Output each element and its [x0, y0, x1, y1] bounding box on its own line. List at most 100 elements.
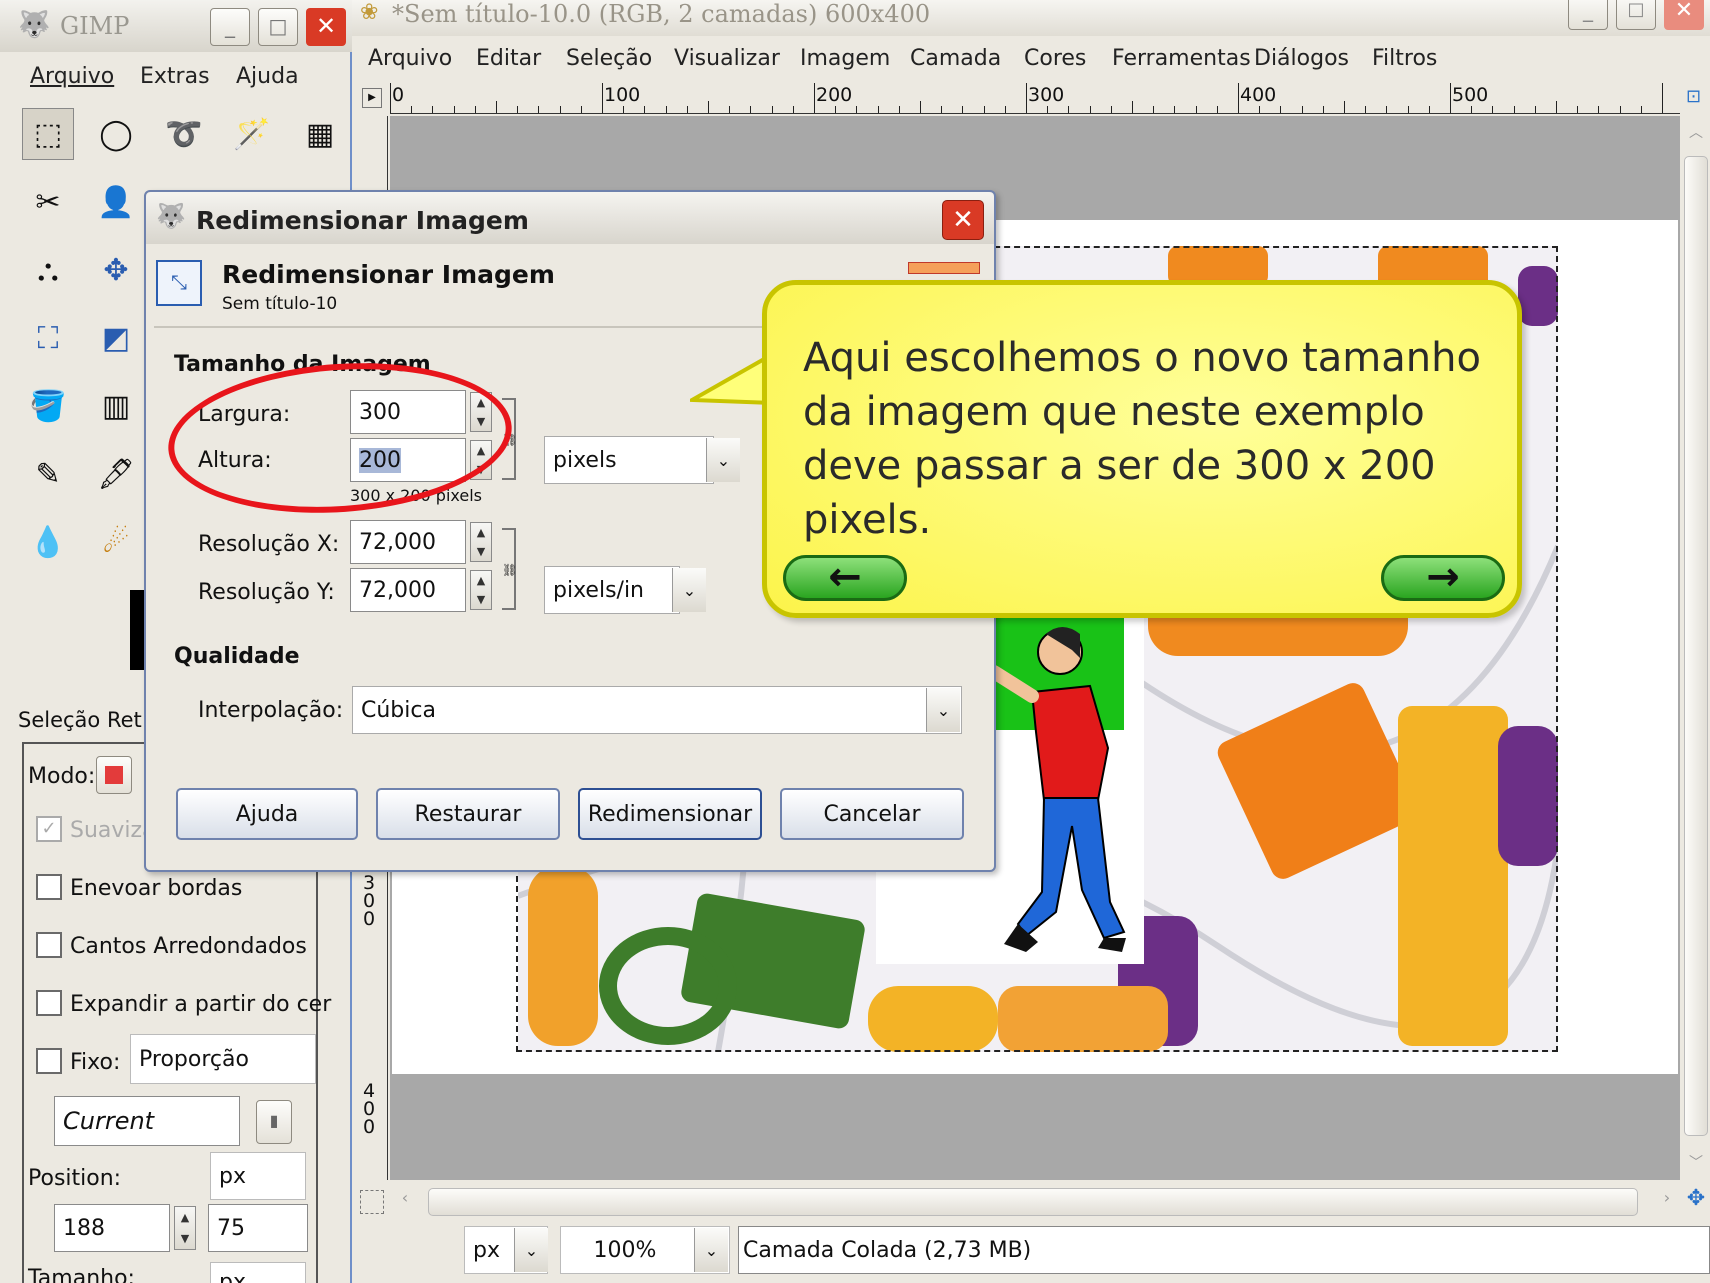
toolbox-menu-ajuda[interactable]: Ajuda — [236, 64, 299, 89]
ruler-tick — [644, 106, 646, 113]
menu-arquivo[interactable]: Arquivo — [368, 46, 452, 71]
dialog-title: Redimensionar Imagem — [196, 206, 529, 235]
status-unit-dropdown-icon[interactable]: ⌄ — [514, 1228, 548, 1272]
foreground-select-tool[interactable]: 👤 — [90, 176, 142, 228]
image-close-button[interactable]: ✕ — [1664, 0, 1704, 30]
image-titlebar: ❀ *Sem título-10.0 (RGB, 2 camadas) 600x… — [352, 0, 1710, 36]
lasso-tool[interactable]: ➰ — [158, 108, 210, 160]
status-unit-value: px — [473, 1237, 500, 1263]
ellipse-select-tool[interactable]: ◯ — [90, 108, 142, 160]
resize-button[interactable]: Redimensionar — [578, 788, 762, 840]
size-unit-select[interactable]: px — [210, 1262, 306, 1283]
mode-replace-icon — [105, 766, 123, 784]
navigate-icon[interactable]: ⊡ — [1686, 86, 1708, 112]
perspective-tool[interactable]: ◩ — [90, 312, 142, 364]
ruler-tick — [1195, 106, 1197, 113]
fixed-mode-select[interactable]: Proporção — [130, 1034, 316, 1084]
expand-center-checkbox[interactable] — [36, 990, 62, 1016]
unit-dropdown-icon[interactable]: ⌄ — [706, 438, 740, 482]
res-x-input[interactable]: 72,000 — [350, 520, 466, 564]
scroll-left-arrow[interactable]: ‹ — [392, 1188, 418, 1214]
res-y-label: Resolução Y: — [198, 580, 335, 605]
antialias-checkbox[interactable]: ✓ — [36, 816, 62, 842]
dialog-close-button[interactable]: ✕ — [942, 200, 984, 240]
menu-imagem[interactable]: Imagem — [800, 46, 890, 71]
menu-dialogos[interactable]: Diálogos — [1254, 46, 1349, 71]
position-unit-select[interactable]: px — [210, 1152, 306, 1200]
position-y-input[interactable]: 75 — [208, 1204, 308, 1252]
menu-visualizar[interactable]: Visualizar — [674, 46, 780, 71]
menu-arrow-button[interactable]: ▶ — [362, 88, 382, 108]
res-x-spinner[interactable]: ▲ ▼ — [470, 522, 492, 562]
rounded-corners-checkbox[interactable] — [36, 932, 62, 958]
ink-tool[interactable]: 🖋 — [90, 448, 142, 500]
callout-text: Aqui escolhemos o novo tamanho da imagem… — [803, 335, 1481, 543]
minimize-button[interactable]: _ — [210, 8, 250, 46]
image-menubar: Arquivo Editar Seleção Visualizar Imagem… — [352, 46, 1710, 76]
vertical-scroll-thumb[interactable] — [1684, 156, 1708, 1136]
image-minimize-button[interactable]: _ — [1568, 0, 1608, 30]
interpolation-dropdown-icon[interactable]: ⌄ — [926, 688, 960, 732]
menu-filtros[interactable]: Filtros — [1372, 46, 1437, 71]
rect-select-tool[interactable]: ⬚ — [22, 108, 74, 160]
help-button[interactable]: Ajuda — [176, 788, 358, 840]
fixed-value-input[interactable]: Current — [54, 1096, 240, 1146]
ruler-tick — [1280, 106, 1282, 113]
quick-mask-toggle[interactable] — [360, 1190, 384, 1214]
ruler-tick — [1534, 106, 1536, 113]
res-chain-link-icon[interactable]: ⛓ — [502, 528, 517, 610]
menu-cores[interactable]: Cores — [1024, 46, 1086, 71]
unit-select[interactable]: pixels — [544, 436, 714, 484]
smudge-tool[interactable]: ☄ — [90, 516, 142, 568]
scissors-tool[interactable]: ✂ — [22, 176, 74, 228]
bucket-fill-tool[interactable]: 🪣 — [22, 380, 74, 432]
vertical-scrollbar[interactable]: ︿ ﹀ — [1682, 116, 1710, 1180]
blend-tool[interactable]: ▥ — [90, 380, 142, 432]
blur-tool[interactable]: 💧 — [22, 516, 74, 568]
fixed-checkbox[interactable] — [36, 1048, 62, 1074]
navigation-button[interactable]: ✥ — [1682, 1186, 1710, 1216]
feather-checkbox[interactable] — [36, 874, 62, 900]
swap-aspect-button[interactable]: ▮ — [256, 1100, 292, 1144]
callout-prev-button[interactable]: ← — [783, 555, 907, 601]
menu-ferramentas[interactable]: Ferramentas — [1112, 46, 1251, 71]
paths-tool[interactable]: ⛬ — [22, 244, 74, 296]
interpolation-select[interactable]: Cúbica — [352, 686, 962, 734]
position-x-input[interactable]: 188 — [54, 1204, 170, 1252]
position-x-spinner[interactable]: ▲ ▼ — [174, 1206, 196, 1250]
crop-tool[interactable]: ⛶ — [22, 312, 74, 364]
scroll-up-arrow[interactable]: ︿ — [1684, 122, 1708, 148]
fg-color-swatch[interactable] — [130, 590, 144, 670]
cancel-button[interactable]: Cancelar — [780, 788, 964, 840]
maximize-button[interactable]: □ — [258, 8, 298, 46]
mode-replace-button[interactable] — [96, 756, 132, 794]
horizontal-scrollbar[interactable]: ‹ › — [392, 1184, 1682, 1218]
res-y-input[interactable]: 72,000 — [350, 568, 466, 612]
ruler-tick — [538, 106, 540, 113]
menu-editar[interactable]: Editar — [476, 46, 541, 71]
scroll-down-arrow[interactable]: ﹀ — [1684, 1152, 1708, 1178]
vruler-label-400: 400 — [358, 1080, 380, 1134]
pencil-tool[interactable]: ✎ — [22, 448, 74, 500]
toolbox-menu-extras[interactable]: Extras — [140, 64, 210, 89]
res-unit-select[interactable]: pixels/in — [544, 566, 680, 614]
ruler-tick — [1450, 83, 1451, 113]
reset-button[interactable]: Restaurar — [376, 788, 560, 840]
close-button[interactable]: ✕ — [306, 8, 346, 46]
toolbox-menu-arquivo[interactable]: Arquivo — [30, 64, 114, 89]
color-select-tool[interactable]: ▦ — [294, 108, 346, 160]
horizontal-ruler[interactable]: 0 100 200 300 400 500 — [390, 83, 1680, 114]
image-window-icon: ❀ — [360, 0, 379, 25]
fuzzy-select-tool[interactable]: 🪄 — [226, 108, 278, 160]
ruler-tick — [432, 106, 434, 113]
horizontal-scroll-thumb[interactable] — [428, 1188, 1638, 1216]
image-maximize-button[interactable]: □ — [1616, 0, 1656, 30]
menu-camada[interactable]: Camada — [910, 46, 1001, 71]
res-y-spinner[interactable]: ▲ ▼ — [470, 570, 492, 610]
scroll-right-arrow[interactable]: › — [1654, 1188, 1680, 1214]
callout-next-button[interactable]: → — [1381, 555, 1505, 601]
move-tool[interactable]: ✥ — [90, 244, 142, 296]
res-unit-dropdown-icon[interactable]: ⌄ — [672, 568, 706, 612]
status-zoom-dropdown-icon[interactable]: ⌄ — [694, 1228, 728, 1272]
menu-selecao[interactable]: Seleção — [566, 46, 652, 71]
